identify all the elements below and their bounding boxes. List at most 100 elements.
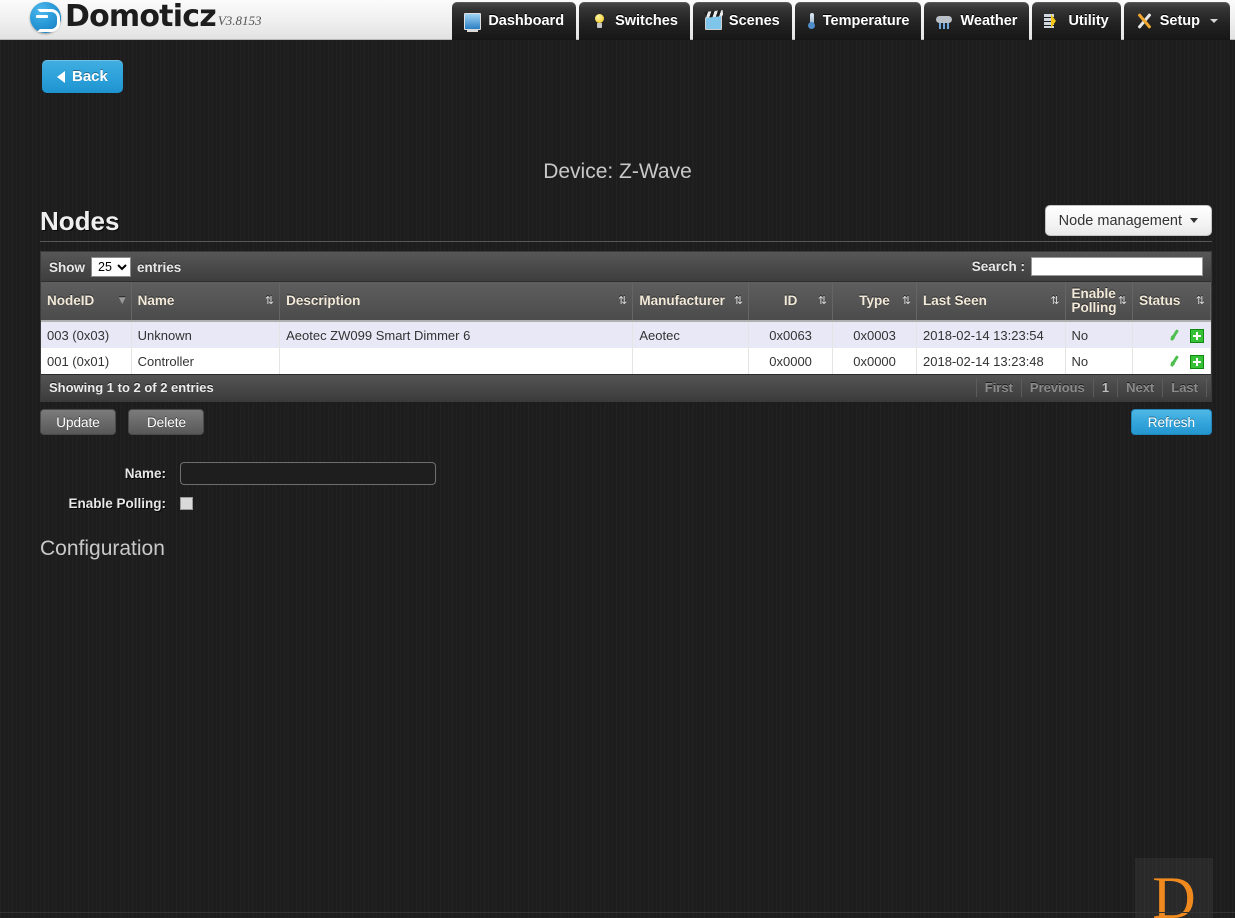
col-header-type[interactable]: Type ⇅ xyxy=(833,282,917,321)
datatable-info: Showing 1 to 2 of 2 entries xyxy=(49,380,214,395)
domoticz-watermark: D xyxy=(1135,858,1213,918)
pagination-last[interactable]: Last xyxy=(1162,378,1207,397)
nav-item-utility[interactable]: Utility xyxy=(1032,2,1120,40)
col-label-name: Name xyxy=(138,293,175,308)
cell-last-seen: 2018-02-14 13:23:54 xyxy=(917,321,1065,348)
page-title: Device: Z-Wave xyxy=(0,160,1235,184)
cell-name: Unknown xyxy=(131,321,279,348)
monitor-icon xyxy=(464,13,481,30)
show-prefix-label: Show xyxy=(49,260,85,275)
col-header-last-seen[interactable]: Last Seen ⇅ xyxy=(917,282,1065,321)
green-plus-icon[interactable] xyxy=(1190,355,1204,369)
col-header-status[interactable]: Status ⇅ xyxy=(1133,282,1211,321)
page-length-select[interactable]: 25 xyxy=(91,257,131,277)
node-edit-form: Name: Enable Polling: xyxy=(40,461,1212,515)
search-input[interactable] xyxy=(1031,257,1203,276)
sort-both-icon: ⇅ xyxy=(1050,296,1059,306)
col-label-last-seen: Last Seen xyxy=(923,293,987,308)
datatable-toolbar: Show 25 entries Search : xyxy=(41,252,1211,282)
back-button[interactable]: Back xyxy=(42,60,123,93)
page-length-control: Show 25 entries xyxy=(49,257,181,277)
sort-both-icon: ⇅ xyxy=(902,296,911,306)
cell-nodeid: 001 (0x01) xyxy=(41,348,131,374)
pagination-page-1[interactable]: 1 xyxy=(1093,378,1117,397)
cell-nodeid: 003 (0x03) xyxy=(41,321,131,348)
col-label-nodeid: NodeID xyxy=(47,293,94,308)
cell-status xyxy=(1133,321,1211,348)
nav-item-dashboard[interactable]: Dashboard xyxy=(452,2,576,40)
cell-description: Aeotec ZW099 Smart Dimmer 6 xyxy=(280,321,633,348)
configuration-heading: Configuration xyxy=(40,537,1212,561)
nodes-table: NodeID ▼ Name ⇅ Description ⇅ Manufact xyxy=(41,282,1211,374)
domoticz-logo-icon xyxy=(30,2,61,33)
brand-name: Domoticz xyxy=(65,1,216,33)
lightbulb-icon xyxy=(591,13,608,30)
content-area: Nodes Node management Show 25 entries Se… xyxy=(40,200,1212,561)
cell-description xyxy=(280,348,633,374)
sort-desc-icon: ▼ xyxy=(119,296,126,306)
col-header-manufacturer[interactable]: Manufacturer ⇅ xyxy=(633,282,749,321)
cell-manufacturer: Aeotec xyxy=(633,321,749,348)
pagination-first[interactable]: First xyxy=(976,378,1021,397)
nav-label-scenes: Scenes xyxy=(729,13,780,29)
nav-item-scenes[interactable]: Scenes xyxy=(693,2,792,40)
nav-label-utility: Utility xyxy=(1068,13,1108,29)
col-label-enable-polling: Enable Polling xyxy=(1072,286,1117,315)
cell-id: 0x0063 xyxy=(749,321,833,348)
tools-icon xyxy=(1136,13,1153,30)
nodes-header: Nodes Node management xyxy=(40,200,1212,242)
cell-type: 0x0003 xyxy=(833,321,917,348)
cell-enable-polling: No xyxy=(1065,321,1133,348)
form-row-name: Name: xyxy=(40,461,1212,485)
brand-version: V3.8153 xyxy=(218,13,262,33)
sort-both-icon: ⇅ xyxy=(265,296,274,306)
cell-manufacturer xyxy=(633,348,749,374)
sort-both-icon: ⇅ xyxy=(618,296,627,306)
pagination-previous[interactable]: Previous xyxy=(1021,378,1093,397)
col-header-description[interactable]: Description ⇅ xyxy=(280,282,633,321)
cell-last-seen: 2018-02-14 13:23:48 xyxy=(917,348,1065,374)
enable-polling-checkbox[interactable] xyxy=(180,497,193,510)
brand-logo[interactable]: Domoticz V3.8153 xyxy=(30,1,262,33)
power-bolt-icon xyxy=(1044,13,1061,30)
datatable-footer: Showing 1 to 2 of 2 entries First Previo… xyxy=(41,374,1211,401)
green-plus-icon[interactable] xyxy=(1190,329,1204,343)
clapperboard-icon xyxy=(705,13,722,30)
cell-id: 0x0000 xyxy=(749,348,833,374)
table-row[interactable]: 001 (0x01) Controller 0x0000 0x0000 2018… xyxy=(41,348,1211,374)
sort-both-icon: ⇅ xyxy=(734,296,743,306)
nav-item-switches[interactable]: Switches xyxy=(579,2,690,40)
sort-both-icon: ⇅ xyxy=(1118,296,1127,306)
left-triangle-icon xyxy=(57,71,65,83)
cell-enable-polling: No xyxy=(1065,348,1133,374)
action-button-row: Update Delete Refresh xyxy=(40,409,1212,449)
nav-item-weather[interactable]: Weather xyxy=(924,2,1029,40)
nav-item-setup[interactable]: Setup xyxy=(1124,2,1230,40)
col-label-type: Type xyxy=(859,293,890,308)
col-header-enable-polling[interactable]: Enable Polling ⇅ xyxy=(1065,282,1133,321)
chevron-down-icon xyxy=(1210,19,1218,23)
col-header-name[interactable]: Name ⇅ xyxy=(131,282,279,321)
sort-both-icon: ⇅ xyxy=(1196,296,1205,306)
refresh-button[interactable]: Refresh xyxy=(1131,409,1212,435)
name-label: Name: xyxy=(40,466,180,481)
nav-label-weather: Weather xyxy=(960,13,1017,29)
pagination-next[interactable]: Next xyxy=(1117,378,1162,397)
col-label-manufacturer: Manufacturer xyxy=(639,293,725,308)
name-input[interactable] xyxy=(180,462,436,485)
back-button-label: Back xyxy=(72,68,108,85)
nav-item-temperature[interactable]: Temperature xyxy=(795,2,922,40)
top-bar: Domoticz V3.8153 Dashboard Switches Scen… xyxy=(0,0,1235,40)
table-row[interactable]: 003 (0x03) Unknown Aeotec ZW099 Smart Di… xyxy=(41,321,1211,348)
col-header-id[interactable]: ID ⇅ xyxy=(749,282,833,321)
node-management-dropdown[interactable]: Node management xyxy=(1045,205,1212,236)
nav-label-setup: Setup xyxy=(1160,13,1200,29)
search-control: Search : xyxy=(972,257,1203,276)
sort-both-icon: ⇅ xyxy=(818,296,827,306)
nav-label-switches: Switches xyxy=(615,13,678,29)
update-button[interactable]: Update xyxy=(40,409,116,435)
delete-button[interactable]: Delete xyxy=(128,409,204,435)
col-label-id: ID xyxy=(784,293,798,308)
nodes-datatable: Show 25 entries Search : xyxy=(40,251,1212,402)
col-header-nodeid[interactable]: NodeID ▼ xyxy=(41,282,131,321)
